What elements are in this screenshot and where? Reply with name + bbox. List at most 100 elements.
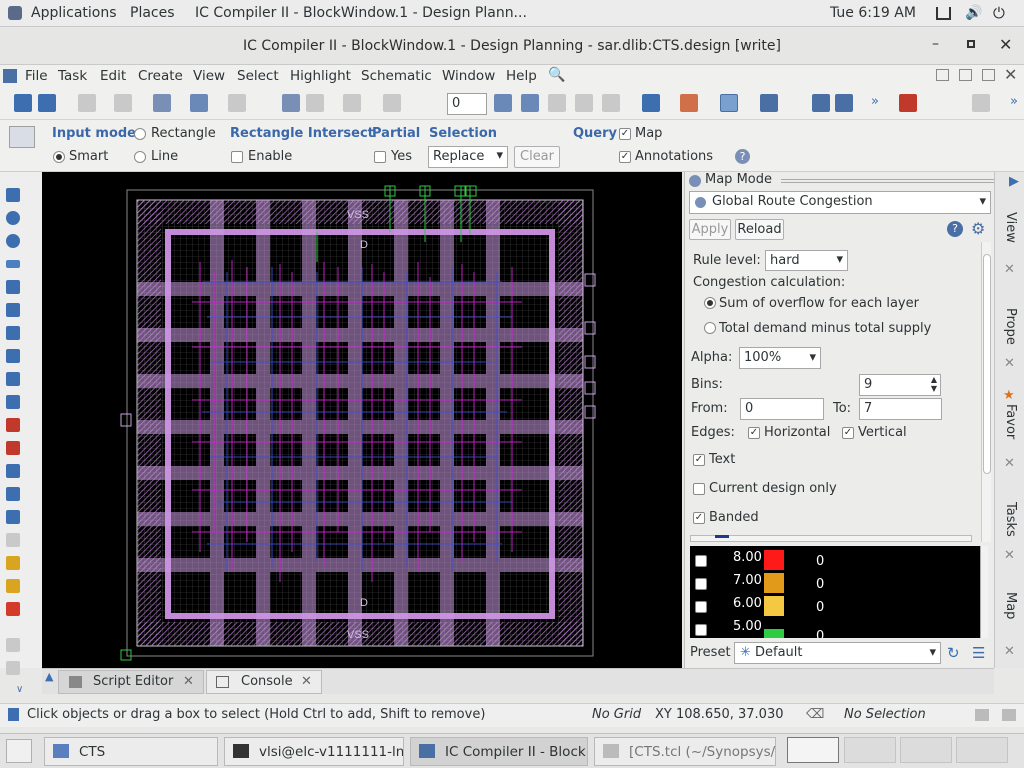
workspace-1[interactable] (787, 737, 839, 763)
pointer-tool-button[interactable] (9, 126, 35, 148)
refresh-icon[interactable]: ↻ (947, 644, 960, 662)
copy-icon[interactable] (6, 464, 20, 478)
task-cts[interactable]: CTS (44, 737, 218, 766)
close-map-tab-icon[interactable]: ✕ (1004, 644, 1015, 659)
map-type-select[interactable]: Global Route Congestion ▾ (689, 191, 991, 214)
select-tool-icon[interactable] (190, 94, 208, 112)
task-ic-compiler[interactable]: IC Compiler II - Block... (410, 737, 588, 766)
power-icon[interactable]: ⏻ (993, 4, 1005, 22)
show-desktop-icon[interactable] (6, 739, 32, 763)
map-checkbox[interactable]: ✓ (619, 128, 631, 140)
menu-view[interactable]: View (193, 68, 225, 84)
panel-grip[interactable] (781, 179, 1007, 183)
task-editor[interactable]: [CTS.tcl (~/Synopsys/... (594, 737, 776, 766)
legend-row-checkbox[interactable]: ✓ (695, 624, 707, 636)
zoom-icon[interactable] (6, 234, 20, 248)
unlock-icon[interactable] (6, 661, 20, 675)
tab-map[interactable]: Map (1003, 592, 1018, 619)
align5-icon[interactable] (602, 94, 620, 112)
legend-row-checkbox[interactable]: ✓ (695, 578, 707, 590)
menu-window[interactable]: Window (442, 68, 495, 84)
workspace-3[interactable] (900, 737, 952, 763)
close-button[interactable]: ✕ (999, 35, 1012, 54)
spin-arrows-icon[interactable]: ▲ ▼ (931, 375, 937, 393)
options-scroll-thumb[interactable] (983, 254, 991, 474)
tab-properties[interactable]: Prope (1003, 308, 1018, 345)
menu-highlight[interactable]: Highlight (290, 68, 351, 84)
status-tool-icon[interactable] (975, 709, 989, 721)
open-icon[interactable] (14, 94, 32, 112)
redo-icon[interactable] (383, 94, 401, 112)
dock-arrow-icon[interactable]: ▲ (45, 670, 53, 683)
remove-icon[interactable] (6, 602, 20, 616)
float-icon[interactable] (936, 69, 949, 81)
menu-select[interactable]: Select (237, 68, 279, 84)
stack-icon[interactable] (6, 372, 20, 386)
text-checkbox[interactable]: ✓ (693, 454, 705, 466)
delete-icon[interactable] (114, 94, 132, 112)
tab-view[interactable]: View (1003, 212, 1018, 243)
settings-tool-icon[interactable] (972, 94, 990, 112)
help-icon[interactable]: ? (735, 149, 750, 164)
network-icon[interactable] (936, 7, 951, 20)
route-icon[interactable] (282, 94, 300, 112)
dock-expand-icon[interactable]: ∨ (16, 684, 23, 695)
menu-create[interactable]: Create (138, 68, 183, 84)
yes-checkbox[interactable] (374, 151, 386, 163)
chart2-icon[interactable] (6, 579, 20, 593)
align-left-icon[interactable] (6, 326, 20, 340)
horizontal-checkbox[interactable]: ✓ (748, 427, 760, 439)
save-layout-icon[interactable] (6, 349, 20, 363)
places-menu[interactable]: Places (130, 5, 175, 21)
rule-level-select[interactable]: hard ▾ (765, 250, 848, 271)
distribute-icon[interactable] (6, 510, 20, 524)
gear-icon[interactable]: ⚙ (971, 219, 985, 238)
tab-console[interactable]: Console ✕ (206, 670, 322, 694)
align-icon[interactable] (494, 94, 512, 112)
workspace-2[interactable] (844, 737, 896, 763)
menu-help[interactable]: Help (506, 68, 537, 84)
active-window-title[interactable]: IC Compiler II - BlockWindow.1 - Design … (195, 5, 527, 21)
menu-edit[interactable]: Edit (100, 68, 126, 84)
ruler-icon[interactable] (6, 260, 20, 268)
task-terminal[interactable]: vlsi@elc-v1111111-ln... (224, 737, 404, 766)
close-view-tab-icon[interactable]: ✕ (1004, 262, 1015, 277)
slider-handle[interactable] (715, 535, 729, 538)
eraser-icon[interactable]: ⌫ (806, 707, 824, 722)
bins-spinbox[interactable]: 9 ▲ ▼ (859, 374, 941, 396)
from-input[interactable]: 0 (740, 398, 824, 420)
menu-schematic[interactable]: Schematic (361, 68, 432, 84)
close-script-editor-icon[interactable]: ✕ (183, 674, 194, 689)
lock-icon[interactable] (6, 638, 20, 652)
chat-icon[interactable] (642, 94, 660, 112)
net-icon[interactable] (680, 94, 698, 112)
pencil-icon[interactable] (78, 94, 96, 112)
cut-icon[interactable] (6, 441, 20, 455)
chart-icon[interactable] (6, 556, 20, 570)
move-icon[interactable] (6, 280, 20, 294)
align2-icon[interactable] (521, 94, 539, 112)
status-tool2-icon[interactable] (1002, 709, 1016, 721)
preset-select[interactable]: ✳ Default ▾ (734, 642, 941, 664)
help-icon[interactable]: ? (947, 221, 963, 237)
drc-icon[interactable] (899, 94, 917, 112)
menu-task[interactable]: Task (58, 68, 87, 84)
reload-button[interactable]: Reload (735, 219, 784, 240)
more2-icon[interactable]: » (1010, 94, 1018, 109)
collapse-arrow-icon[interactable]: ▶ (1009, 174, 1019, 189)
pin-icon[interactable] (6, 418, 20, 432)
grid-icon[interactable] (6, 533, 20, 547)
apply-button[interactable]: Apply (689, 219, 731, 240)
tab-script-editor[interactable]: Script Editor ✕ (58, 670, 204, 694)
pointer-icon[interactable] (6, 188, 20, 202)
save-icon[interactable] (38, 94, 56, 112)
workspace-4[interactable] (956, 737, 1008, 763)
tab-favorites[interactable]: Favor (1003, 404, 1018, 439)
maximize-button[interactable] (967, 40, 975, 48)
restore-icon[interactable] (959, 69, 972, 81)
plug-icon[interactable] (835, 94, 853, 112)
search-icon[interactable]: 🔍 (548, 67, 565, 83)
map-icon[interactable] (720, 94, 738, 112)
close-properties-tab-icon[interactable]: ✕ (1004, 356, 1015, 371)
align3-icon[interactable] (548, 94, 566, 112)
